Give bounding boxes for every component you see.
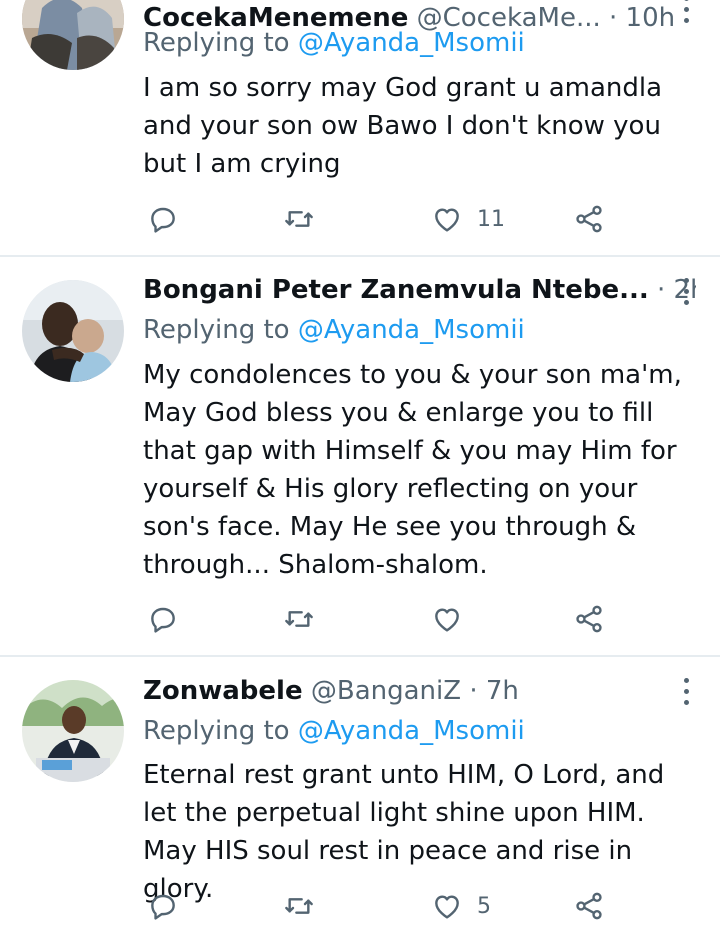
replying-to-label: Replying to bbox=[143, 28, 290, 58]
replying-to: Replying to @Ayanda_Msomii bbox=[143, 712, 525, 750]
avatar[interactable] bbox=[22, 280, 124, 382]
timestamp[interactable]: 10h bbox=[626, 3, 676, 33]
heart-icon bbox=[435, 608, 459, 632]
tweet-header: Bongani Peter Zanemvula Ntebe... · 2h bbox=[143, 270, 696, 310]
share-icon bbox=[576, 892, 602, 920]
tweet-text: I am so sorry may God grant u amandla an… bbox=[143, 73, 663, 179]
more-options-icon[interactable] bbox=[682, 0, 690, 24]
replying-to: Replying to @Ayanda_Msomii bbox=[143, 24, 525, 62]
reply-icon bbox=[151, 607, 175, 633]
tweet-text: My condolences to you & your son ma'm, M… bbox=[143, 360, 682, 580]
separator: · bbox=[469, 676, 478, 706]
share-button[interactable] bbox=[573, 199, 605, 239]
retweet-button[interactable] bbox=[283, 886, 315, 926]
tweet-actions: 5 bbox=[143, 886, 623, 926]
share-icon bbox=[576, 605, 602, 633]
replying-to-label: Replying to bbox=[143, 716, 290, 746]
retweet-icon bbox=[285, 211, 313, 227]
author-handle[interactable]: @BanganiZ bbox=[311, 676, 461, 706]
avatar[interactable] bbox=[22, 0, 124, 70]
reply-button[interactable] bbox=[147, 599, 179, 639]
avatar[interactable] bbox=[22, 680, 124, 782]
replying-to-label: Replying to bbox=[143, 315, 290, 345]
heart-icon bbox=[435, 208, 459, 232]
share-button[interactable] bbox=[573, 886, 605, 926]
tweet-header: Zonwabele @BanganiZ · 7h bbox=[143, 671, 696, 711]
reply-icon bbox=[151, 207, 175, 233]
like-button[interactable]: 11 bbox=[431, 199, 505, 239]
tweet[interactable]: Zonwabele @BanganiZ · 7h Replying to @Ay… bbox=[0, 656, 720, 927]
more-options-icon[interactable] bbox=[682, 278, 690, 306]
tweet-actions: 11 bbox=[143, 199, 623, 239]
replying-to-link[interactable]: @Ayanda_Msomii bbox=[298, 28, 525, 58]
tweet-actions bbox=[143, 599, 623, 639]
like-button[interactable] bbox=[431, 599, 477, 639]
more-options-icon[interactable] bbox=[682, 678, 690, 706]
timestamp[interactable]: 7h bbox=[486, 676, 519, 706]
like-count: 11 bbox=[477, 206, 505, 232]
retweet-icon bbox=[285, 611, 313, 627]
like-count: 5 bbox=[477, 893, 491, 919]
retweet-button[interactable] bbox=[283, 199, 315, 239]
retweet-button[interactable] bbox=[283, 599, 315, 639]
like-button[interactable]: 5 bbox=[431, 886, 491, 926]
share-button[interactable] bbox=[573, 599, 605, 639]
author-name[interactable]: Bongani Peter Zanemvula Ntebe... bbox=[143, 275, 649, 305]
retweet-icon bbox=[285, 898, 313, 914]
heart-icon bbox=[435, 895, 459, 919]
share-icon bbox=[576, 205, 602, 233]
author-name[interactable]: Zonwabele bbox=[143, 676, 303, 706]
replying-to: Replying to @Ayanda_Msomii bbox=[143, 311, 525, 349]
reply-icon bbox=[151, 894, 175, 920]
replying-to-link[interactable]: @Ayanda_Msomii bbox=[298, 315, 525, 345]
separator: · bbox=[609, 3, 618, 33]
tweet[interactable]: CocekaMenemene @CocekaMe... · 10h Replyi… bbox=[0, 0, 720, 256]
tweet[interactable]: Bongani Peter Zanemvula Ntebe... · 2h Re… bbox=[0, 256, 720, 656]
reply-button[interactable] bbox=[147, 886, 179, 926]
replying-to-link[interactable]: @Ayanda_Msomii bbox=[298, 716, 525, 746]
separator: · bbox=[657, 275, 666, 305]
reply-button[interactable] bbox=[147, 199, 179, 239]
